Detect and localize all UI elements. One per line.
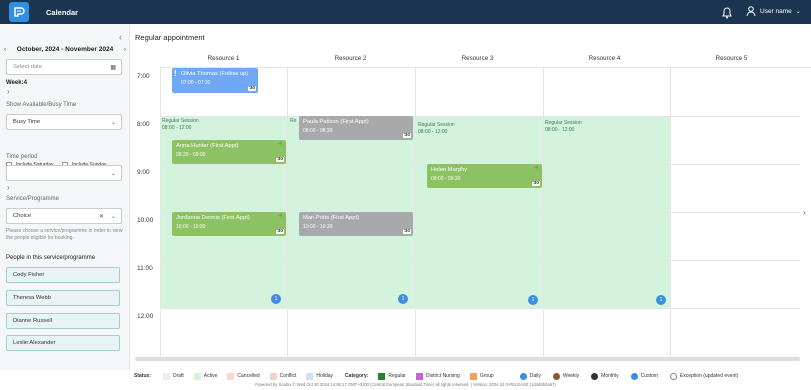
appointment-card[interactable]: Mari Potts (First Appt) 10:00 - 10:30 '3…	[299, 212, 413, 236]
session-label: Regular Session 08:00 - 12:00	[545, 120, 582, 133]
session-label: Regular Session 08:00 - 12:00	[418, 122, 455, 135]
duration-badge: '30	[275, 157, 284, 162]
check-icon: ✓	[278, 213, 283, 219]
daily-icon	[519, 372, 527, 380]
service-label: Service/Programme	[6, 196, 60, 202]
bell-icon[interactable]	[722, 6, 734, 19]
horizontal-scrollbar[interactable]	[135, 357, 800, 361]
session-label: Regular Session 08:00 - 12:00	[162, 118, 199, 131]
time-label: 10:00	[137, 217, 154, 224]
chevron-down-icon: ⌄	[110, 120, 116, 126]
count-badge[interactable]: 1	[398, 294, 408, 304]
appointment-card[interactable]: ✓ Helen Marphy 09:00 - 09:30 '30	[427, 164, 542, 188]
person-item[interactable]: Dianne Russell	[6, 313, 120, 329]
resource-header-2: Resource 2	[334, 55, 367, 62]
scroll-right-icon[interactable]: ›	[803, 208, 806, 217]
people-label: People in this service/programme	[6, 255, 96, 261]
availability-select[interactable]: Busy Time ⌄	[6, 114, 122, 130]
top-bar: Calendar User name ⌄	[0, 0, 811, 24]
regular-swatch	[378, 372, 386, 380]
check-icon: ✓	[534, 165, 539, 171]
time-period-label: Time period	[6, 154, 38, 160]
footer: Powered by Sonbix © Wed Oct 30 2024 14:5…	[255, 382, 556, 387]
user-icon	[746, 6, 756, 17]
appointment-card[interactable]: Paula Patison (First Appt) 08:00 - 08:30…	[299, 116, 413, 140]
cancelled-swatch	[227, 372, 235, 380]
monthly-icon	[591, 372, 599, 380]
exception-icon	[669, 372, 677, 380]
chevron-down-icon: ⌄	[110, 171, 116, 177]
district-swatch	[415, 372, 423, 380]
active-swatch	[193, 372, 201, 380]
person-item[interactable]: Leslie Alexander	[6, 335, 120, 351]
resource-header-1: Resource 1	[207, 55, 240, 62]
time-label: 7:00	[137, 73, 150, 80]
app-title: Calendar	[46, 7, 79, 17]
service-select[interactable]: Choice ✕ ⌄	[6, 208, 122, 224]
chevron-down-icon: ⌄	[110, 214, 116, 220]
session-label: Re	[290, 118, 297, 124]
sidebar: ‹ ‹ October, 2024 - November 2024 › Sele…	[0, 24, 130, 370]
date-range-nav: ‹ October, 2024 - November 2024 ›	[4, 46, 126, 53]
user-menu[interactable]: User name ⌄	[746, 6, 801, 17]
time-period-select[interactable]: ⌄	[6, 165, 122, 181]
time-label: 11:00	[137, 265, 153, 272]
draft-swatch	[162, 372, 170, 380]
expand-chevron-icon[interactable]: ›	[7, 183, 10, 192]
page-title: Regular appointment	[135, 33, 205, 42]
expand-chevron-icon[interactable]: ›	[7, 87, 10, 96]
resource-header-4: Resource 4	[588, 55, 621, 62]
next-arrow-icon[interactable]: ›	[124, 46, 126, 53]
count-badge[interactable]: 1	[656, 295, 666, 305]
status-label: Status:	[134, 373, 151, 379]
collapse-sidebar-icon[interactable]: ‹	[119, 32, 122, 42]
alert-icon: !	[174, 69, 177, 78]
select-date-input[interactable]: Select date ▦	[6, 59, 122, 75]
custom-icon	[630, 372, 638, 380]
person-item[interactable]: Cody Fisher	[6, 267, 120, 283]
category-label: Category:	[345, 373, 369, 379]
date-range: October, 2024 - November 2024	[16, 46, 114, 53]
person-item[interactable]: Theresa Webb	[6, 290, 120, 306]
calendar-main: Regular appointment Resource 1 Resource …	[131, 24, 811, 370]
availability-label: Show Available/Busy Time	[6, 102, 77, 108]
time-label: 8:00	[137, 121, 150, 128]
appointment-card[interactable]: ! Olivia Thomas (Follow up) 07:00 - 07:3…	[172, 68, 258, 93]
duration-badge: '30	[531, 181, 540, 186]
resource-header-3: Resource 3	[461, 55, 494, 62]
prev-arrow-icon[interactable]: ‹	[4, 46, 6, 53]
calendar-icon[interactable]: ▦	[110, 64, 116, 71]
time-label: 12:00	[137, 313, 154, 320]
time-label: 9:00	[137, 169, 150, 176]
duration-badge: '30	[247, 86, 256, 91]
resource-header-5: Resource 5	[715, 55, 748, 62]
resource-header: Resource 1 Resource 2 Resource 3 Resourc…	[160, 52, 811, 68]
user-name: User name	[760, 8, 792, 15]
holiday-swatch	[306, 372, 314, 380]
conflict-swatch	[269, 372, 277, 380]
duration-badge: '30	[402, 133, 411, 138]
duration-badge: '30	[402, 229, 411, 234]
count-badge[interactable]: 1	[528, 295, 538, 305]
service-hint: Please choose a service/programme in ord…	[6, 228, 123, 241]
appointment-card[interactable]: ✓ Anna Hunter (First Appt) 08:30 - 09:00…	[172, 140, 286, 164]
clear-icon[interactable]: ✕	[99, 213, 104, 220]
check-icon: ✓	[278, 141, 283, 147]
duration-badge: '30	[275, 229, 284, 234]
legend: Status: Draft Active Cancelled Conflict …	[134, 372, 739, 380]
count-badge[interactable]: 1	[271, 294, 281, 304]
app-logo[interactable]	[9, 2, 29, 22]
week-label: Week:4	[6, 80, 27, 86]
weekly-icon	[552, 372, 560, 380]
chevron-down-icon: ⌄	[795, 9, 801, 15]
appointment-card[interactable]: ✓ Jordanne Dennis (First Appt) 10:00 - 1…	[172, 212, 286, 236]
group-swatch	[469, 372, 477, 380]
